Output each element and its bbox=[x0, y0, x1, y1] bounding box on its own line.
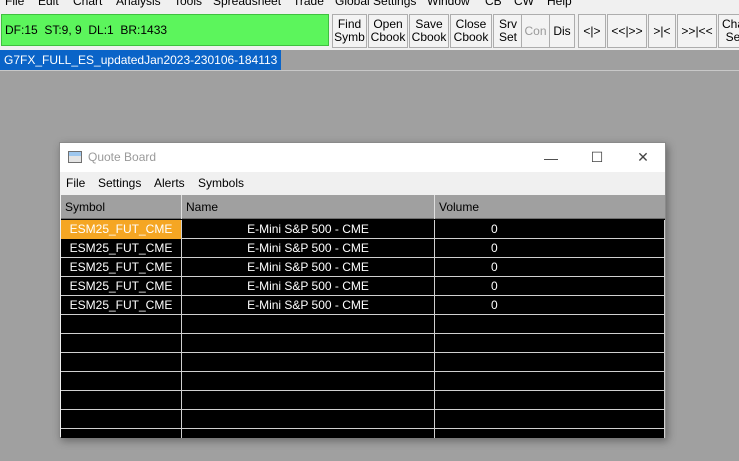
find-symbol-button[interactable]: Find Symb bbox=[332, 14, 367, 48]
nav-contract-button[interactable]: >|< bbox=[648, 14, 676, 48]
menu-global-settings[interactable]: Global Settings bbox=[335, 0, 416, 10]
table-row[interactable]: ESM25_FUT_CME E-Mini S&P 500 - CME 0 bbox=[61, 258, 665, 277]
quote-grid: Symbol Name Volume ESM25_FUT_CME E-Mini … bbox=[61, 195, 665, 438]
window-title: Quote Board bbox=[88, 150, 157, 164]
empty-row[interactable] bbox=[61, 334, 665, 353]
volume-cell[interactable]: 0 bbox=[435, 239, 665, 258]
workspace-divider bbox=[0, 70, 739, 71]
grid-header: Symbol Name Volume bbox=[61, 195, 665, 219]
empty-cell[interactable] bbox=[435, 315, 665, 334]
chart-settings-button[interactable]: Cha Se bbox=[718, 14, 739, 48]
empty-cell[interactable] bbox=[61, 391, 182, 410]
qb-menu-file[interactable]: File bbox=[66, 172, 85, 194]
volume-cell[interactable]: 0 bbox=[435, 258, 665, 277]
empty-row[interactable] bbox=[61, 410, 665, 429]
close-cbook-button[interactable]: Close Cbook bbox=[450, 14, 492, 48]
table-row[interactable]: ESM25_FUT_CME E-Mini S&P 500 - CME 0 bbox=[61, 296, 665, 315]
nav-collapse-button[interactable]: >>|<< bbox=[677, 14, 717, 48]
symbol-cell[interactable]: ESM25_FUT_CME bbox=[61, 220, 182, 239]
minimize-icon[interactable]: — bbox=[528, 143, 574, 172]
column-header-volume[interactable]: Volume bbox=[435, 195, 665, 219]
close-icon[interactable]: ✕ bbox=[620, 143, 666, 172]
quote-board-window: Quote Board — ☐ ✕ File Settings Alerts S… bbox=[59, 142, 666, 438]
name-cell[interactable]: E-Mini S&P 500 - CME bbox=[182, 239, 435, 258]
symbol-cell[interactable]: ESM25_FUT_CME bbox=[61, 277, 182, 296]
qb-menu-symbols[interactable]: Symbols bbox=[198, 172, 244, 194]
main-menubar: File Edit Chart Analysis Tools Spreadshe… bbox=[0, 0, 739, 10]
nav-center-button[interactable]: <|> bbox=[578, 14, 606, 48]
empty-cell[interactable] bbox=[182, 429, 435, 438]
empty-cell[interactable] bbox=[435, 391, 665, 410]
server-settings-button[interactable]: Srv Set bbox=[493, 14, 523, 48]
menu-edit[interactable]: Edit bbox=[38, 0, 59, 10]
empty-cell[interactable] bbox=[182, 372, 435, 391]
column-header-name[interactable]: Name bbox=[182, 195, 435, 219]
workspace-tab[interactable]: G7FX_FULL_ES_updatedJan2023-230106-18411… bbox=[0, 50, 282, 70]
empty-cell[interactable] bbox=[435, 353, 665, 372]
menu-tools[interactable]: Tools bbox=[174, 0, 202, 10]
qb-menu-settings[interactable]: Settings bbox=[98, 172, 141, 194]
empty-row[interactable] bbox=[61, 315, 665, 334]
table-row[interactable]: ESM25_FUT_CME E-Mini S&P 500 - CME 0 bbox=[61, 277, 665, 296]
empty-row[interactable] bbox=[61, 372, 665, 391]
menu-chart[interactable]: Chart bbox=[73, 0, 102, 10]
empty-cell[interactable] bbox=[61, 315, 182, 334]
menu-analysis[interactable]: Analysis bbox=[116, 0, 161, 10]
empty-cell[interactable] bbox=[435, 372, 665, 391]
empty-cell[interactable] bbox=[61, 372, 182, 391]
menu-spreadsheet[interactable]: Spreadsheet bbox=[213, 0, 281, 10]
window-titlebar[interactable]: Quote Board — ☐ ✕ bbox=[60, 143, 665, 172]
menu-trade[interactable]: Trade bbox=[293, 0, 324, 10]
table-row[interactable]: ESM25_FUT_CME E-Mini S&P 500 - CME 0 bbox=[61, 220, 665, 239]
empty-cell[interactable] bbox=[61, 429, 182, 438]
status-panel: DF:15 ST:9, 9 DL:1 BR:1433 bbox=[1, 14, 329, 46]
empty-cell[interactable] bbox=[61, 334, 182, 353]
nav-expand-button[interactable]: <<|>> bbox=[607, 14, 647, 48]
menu-file[interactable]: File bbox=[5, 0, 24, 10]
name-cell[interactable]: E-Mini S&P 500 - CME bbox=[182, 220, 435, 239]
empty-cell[interactable] bbox=[182, 315, 435, 334]
main-toolbar: DF:15 ST:9, 9 DL:1 BR:1433 Find Symb Ope… bbox=[0, 10, 739, 50]
empty-cell[interactable] bbox=[435, 410, 665, 429]
empty-cell[interactable] bbox=[182, 410, 435, 429]
window-app-icon bbox=[68, 151, 82, 163]
empty-cell[interactable] bbox=[435, 429, 665, 438]
qb-menu-alerts[interactable]: Alerts bbox=[154, 172, 185, 194]
volume-cell[interactable]: 0 bbox=[435, 277, 665, 296]
empty-cell[interactable] bbox=[182, 353, 435, 372]
save-cbook-button[interactable]: Save Cbook bbox=[409, 14, 449, 48]
empty-cell[interactable] bbox=[182, 334, 435, 353]
table-row[interactable]: ESM25_FUT_CME E-Mini S&P 500 - CME 0 bbox=[61, 239, 665, 258]
window-menubar: File Settings Alerts Symbols bbox=[60, 172, 665, 194]
empty-cell[interactable] bbox=[182, 391, 435, 410]
menu-help[interactable]: Help bbox=[547, 0, 572, 10]
empty-cell[interactable] bbox=[61, 410, 182, 429]
column-header-symbol[interactable]: Symbol bbox=[61, 195, 182, 219]
empty-row[interactable] bbox=[61, 429, 665, 438]
name-cell[interactable]: E-Mini S&P 500 - CME bbox=[182, 277, 435, 296]
open-cbook-button[interactable]: Open Cbook bbox=[368, 14, 408, 48]
symbol-cell[interactable]: ESM25_FUT_CME bbox=[61, 258, 182, 277]
menu-window[interactable]: Window bbox=[427, 0, 470, 10]
connect-button[interactable]: Con bbox=[521, 14, 550, 48]
symbol-cell[interactable]: ESM25_FUT_CME bbox=[61, 239, 182, 258]
menu-cb[interactable]: CB bbox=[485, 0, 502, 10]
disconnect-button[interactable]: Dis bbox=[549, 14, 575, 48]
volume-cell[interactable]: 0 bbox=[435, 220, 665, 239]
name-cell[interactable]: E-Mini S&P 500 - CME bbox=[182, 258, 435, 277]
symbol-cell[interactable]: ESM25_FUT_CME bbox=[61, 296, 182, 315]
empty-row[interactable] bbox=[61, 353, 665, 372]
empty-cell[interactable] bbox=[61, 353, 182, 372]
menu-cw[interactable]: CW bbox=[514, 0, 534, 10]
name-cell[interactable]: E-Mini S&P 500 - CME bbox=[182, 296, 435, 315]
empty-cell[interactable] bbox=[435, 334, 665, 353]
volume-cell[interactable]: 0 bbox=[435, 296, 665, 315]
maximize-icon[interactable]: ☐ bbox=[574, 143, 620, 172]
empty-row[interactable] bbox=[61, 391, 665, 410]
